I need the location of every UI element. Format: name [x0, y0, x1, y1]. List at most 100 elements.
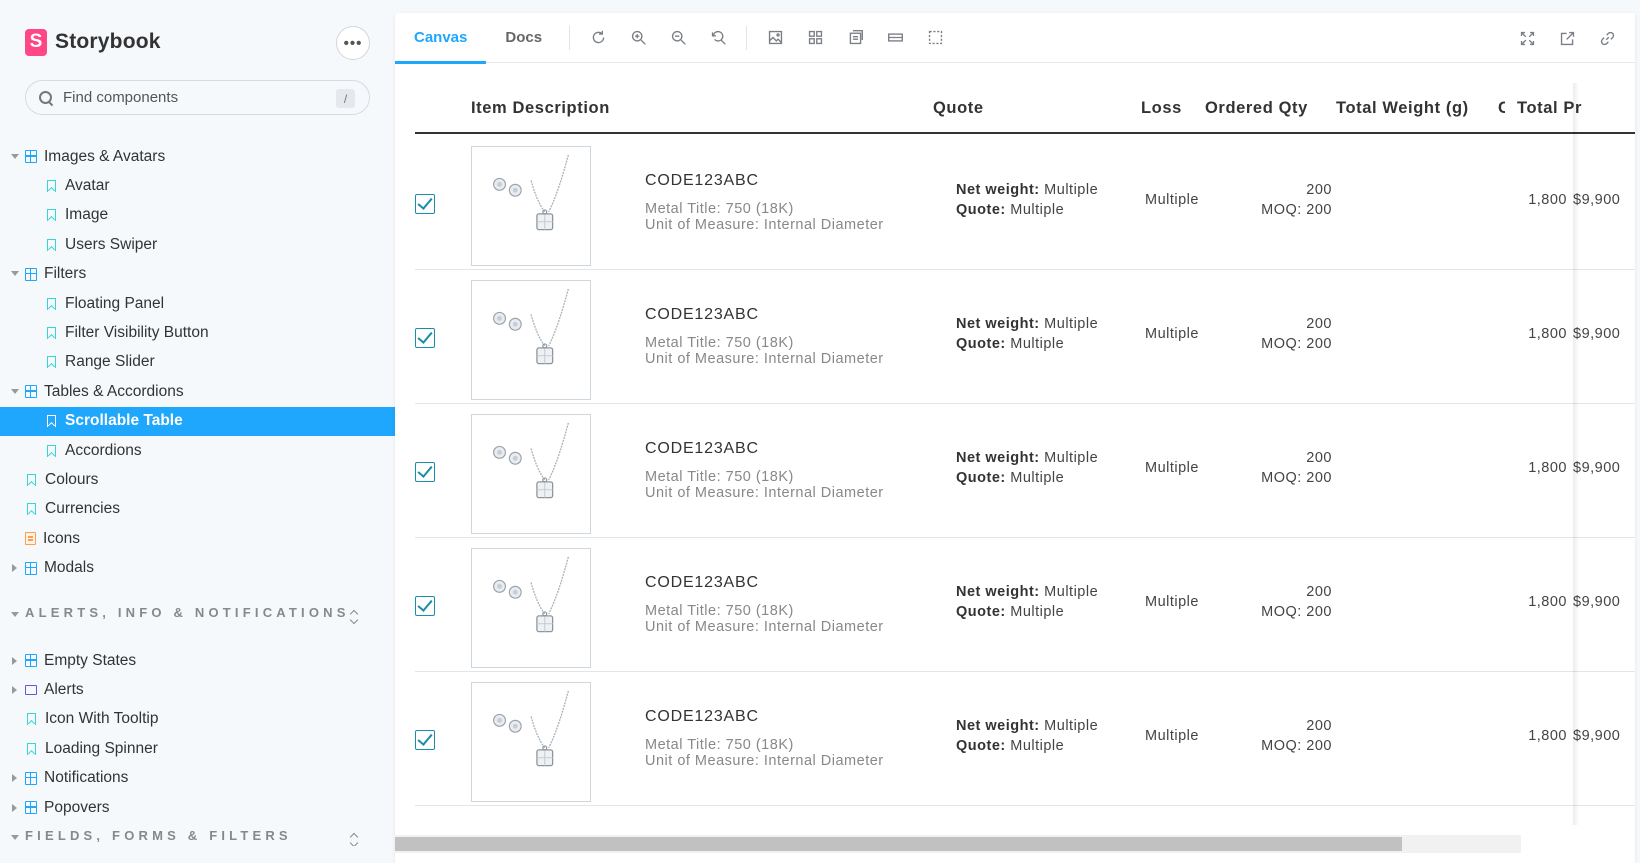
row-checkbox[interactable] [415, 194, 435, 214]
tab-canvas[interactable]: Canvas [395, 13, 487, 64]
row-checkbox[interactable] [415, 596, 435, 616]
table-row[interactable]: CODE123ABC Metal Title: 750 (18K) Unit o… [415, 270, 1635, 404]
collapse-all-icon[interactable] [350, 832, 360, 846]
component-icon [25, 267, 37, 281]
chevron-right-icon[interactable] [12, 564, 17, 573]
story-icon [47, 327, 56, 340]
sidebar-item-popovers[interactable]: Popovers [0, 793, 395, 822]
folder-icon [25, 684, 37, 695]
net-weight: Net weight: Multiple [956, 584, 1098, 600]
product-image [471, 682, 591, 802]
collapse-all-icon[interactable] [350, 609, 360, 625]
chevron-right-icon[interactable] [12, 803, 17, 812]
viewport-icon[interactable] [840, 23, 870, 53]
sidebar-item-modals[interactable]: Modals [0, 553, 395, 582]
net-weight-value: Multiple [1044, 450, 1099, 466]
sidebar-item-alerts[interactable]: Alerts [0, 675, 395, 704]
fullscreen-icon[interactable] [1512, 23, 1542, 53]
sidebar-item-avatar[interactable]: Avatar [0, 171, 395, 200]
grid-icon[interactable] [800, 23, 830, 53]
sidebar-item-loading-spinner[interactable]: Loading Spinner [0, 734, 395, 763]
chevron-down-icon[interactable] [11, 153, 19, 159]
product-image [471, 146, 591, 266]
horizontal-scrollbar[interactable] [395, 835, 1521, 853]
sidebar-item-label: Notifications [44, 769, 129, 787]
section-header-alerts[interactable]: ALERTS, INFO & NOTIFICATIONS [0, 603, 395, 646]
quote-value: Multiple [1010, 604, 1065, 620]
sidebar-item-label: Scrollable Table [65, 412, 183, 430]
chevron-down-icon[interactable] [11, 388, 19, 394]
loss-value: Multiple [1145, 594, 1199, 610]
scrollable-table[interactable]: Item Description Quote Loss Ordered Qty … [415, 83, 1635, 830]
measure-icon[interactable] [880, 23, 910, 53]
open-new-tab-icon[interactable] [1552, 23, 1582, 53]
search-box[interactable]: / [25, 80, 370, 115]
brand[interactable]: S Storybook [25, 28, 161, 56]
total-price: $9,900 [1573, 192, 1621, 208]
column-header-loss[interactable]: Loss [1141, 99, 1182, 118]
row-checkbox[interactable] [415, 730, 435, 750]
zoom-out-icon[interactable] [663, 23, 693, 53]
sidebar-item-label: Image [65, 206, 109, 224]
sidebar-item-floating-panel[interactable]: Floating Panel [0, 289, 395, 318]
table-row[interactable]: CODE123ABC Metal Title: 750 (18K) Unit o… [415, 404, 1635, 538]
section-header-fields[interactable]: FIELDS, FORMS & FILTERS [0, 826, 395, 846]
chevron-right-icon[interactable] [12, 656, 17, 665]
sidebar-item-colours[interactable]: Colours [0, 465, 395, 494]
sidebar-item-tables-accordions[interactable]: Tables & Accordions [0, 377, 395, 406]
column-header-item-description[interactable]: Item Description [471, 99, 610, 118]
tab-docs[interactable]: Docs [486, 13, 561, 63]
copy-link-icon[interactable] [1592, 23, 1622, 53]
scrollbar-thumb[interactable] [395, 837, 1402, 851]
row-checkbox[interactable] [415, 462, 435, 482]
sidebar-item-icon-with-tooltip[interactable]: Icon With Tooltip [0, 705, 395, 734]
column-header-hidden[interactable]: C [1498, 99, 1505, 118]
sidebar-item-empty-states[interactable]: Empty States [0, 646, 395, 675]
sidebar-item-notifications[interactable]: Notifications [0, 763, 395, 792]
sidebar-item-label: Tables & Accordions [44, 382, 184, 400]
outline-icon[interactable] [920, 23, 950, 53]
table-row[interactable]: CODE123ABC Metal Title: 750 (18K) Unit o… [415, 538, 1635, 672]
sidebar-item-images-avatars[interactable]: Images & Avatars [0, 142, 395, 171]
column-header-quote[interactable]: Quote [933, 99, 984, 118]
reset-zoom-icon[interactable] [703, 23, 733, 53]
table-row[interactable]: CODE123ABC Metal Title: 750 (18K) Unit o… [415, 136, 1635, 270]
unit-of-measure: Unit of Measure: Internal Diameter [645, 217, 884, 233]
sidebar: S Storybook ••• / Images & Avatars Avata… [0, 0, 395, 863]
sidebar-item-image[interactable]: Image [0, 201, 395, 230]
quote-label: Quote: [956, 738, 1006, 754]
quote-value: Multiple [1010, 738, 1065, 754]
row-checkbox[interactable] [415, 328, 435, 348]
sidebar-item-users-swiper[interactable]: Users Swiper [0, 230, 395, 259]
table-row[interactable]: CODE123ABC Metal Title: 750 (18K) Unit o… [415, 672, 1635, 806]
sidebar-item-filters[interactable]: Filters [0, 260, 395, 289]
sidebar-item-label: Icons [43, 529, 81, 547]
sidebar-item-icons[interactable]: Icons [0, 524, 395, 553]
chevron-right-icon[interactable] [12, 685, 17, 694]
toolbar-right [1507, 23, 1627, 53]
document-icon [25, 532, 36, 546]
background-icon[interactable] [760, 23, 790, 53]
sidebar-item-range-slider[interactable]: Range Slider [0, 348, 395, 377]
net-weight: Net weight: Multiple [956, 316, 1098, 332]
sidebar-item-scrollable-table[interactable]: Scrollable Table [0, 406, 395, 436]
zoom-in-icon[interactable] [623, 23, 653, 53]
column-header-total-weight[interactable]: Total Weight (g) [1336, 99, 1469, 118]
search-input[interactable] [63, 89, 323, 106]
sidebar-menu-button[interactable]: ••• [336, 26, 370, 60]
reload-icon[interactable] [583, 23, 613, 53]
unit-of-measure: Unit of Measure: Internal Diameter [645, 619, 884, 635]
quote-label: Quote: [956, 202, 1006, 218]
chevron-down-icon[interactable] [11, 835, 19, 841]
metal-title: Metal Title: 750 (18K) [645, 335, 794, 351]
ordered-qty: 200 [1306, 182, 1332, 198]
chevron-down-icon[interactable] [11, 611, 19, 617]
product-image [471, 548, 591, 668]
sidebar-item-accordions[interactable]: Accordions [0, 436, 395, 465]
sidebar-item-currencies[interactable]: Currencies [0, 495, 395, 524]
column-header-ordered-qty[interactable]: Ordered Qty [1205, 99, 1308, 118]
sidebar-item-filter-visibility-button[interactable]: Filter Visibility Button [0, 318, 395, 347]
chevron-down-icon[interactable] [11, 271, 19, 277]
component-icon [25, 801, 37, 814]
chevron-right-icon[interactable] [12, 774, 17, 783]
